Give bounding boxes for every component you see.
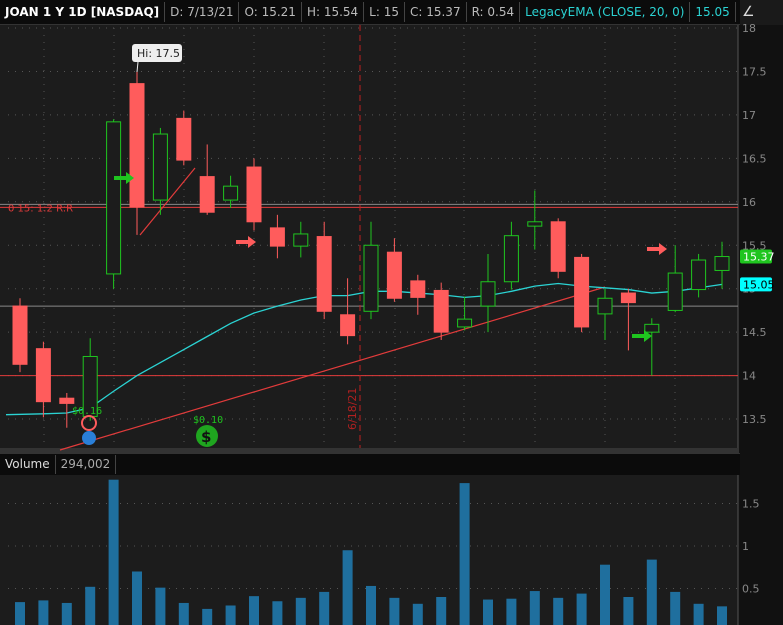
volume-bar — [15, 602, 25, 625]
volume-bar — [319, 591, 330, 625]
volume-bar — [717, 606, 727, 625]
study-value: 15.05 — [690, 2, 736, 22]
volume-bar — [61, 602, 72, 625]
volume-bar — [38, 600, 49, 625]
volume-bar — [272, 601, 283, 625]
close-label: C: 15.37 — [405, 2, 467, 22]
low-label: L: 15 — [364, 2, 405, 22]
price-tick-label: 14.5 — [742, 326, 767, 339]
volume-label: Volume — [0, 455, 56, 474]
volume-bar — [600, 564, 610, 625]
candle-body — [316, 236, 332, 312]
candle-body — [667, 272, 683, 311]
volume-bar — [178, 602, 189, 625]
candle-body — [691, 259, 707, 291]
candle-body — [644, 323, 660, 333]
price-tick-label: 13.5 — [742, 413, 767, 426]
candle-body — [59, 397, 75, 404]
volume-bar — [693, 603, 704, 625]
dividend-label: $0.10 — [193, 415, 223, 426]
price-chart[interactable]: 1817.51716.51615.51514.51413.51.510.50 1… — [0, 0, 783, 625]
volume-bar — [132, 571, 142, 625]
volume-bar — [529, 591, 540, 625]
candle-body — [340, 314, 356, 337]
candle-body — [574, 256, 590, 328]
candle-body — [457, 318, 473, 328]
price-tick-label: 16.5 — [742, 152, 767, 165]
volume-bar — [155, 587, 166, 625]
volume-bar — [646, 559, 657, 625]
volume-bar — [623, 597, 634, 625]
info-icon — [82, 431, 96, 445]
last-price-label: 15.37 — [743, 251, 775, 264]
candle-body — [620, 292, 636, 304]
volume-bar — [412, 603, 423, 625]
volume-bar — [85, 586, 96, 625]
symbol-label[interactable]: JOAN 1 Y 1D [NASDAQ] — [0, 2, 166, 22]
volume-bar — [202, 608, 213, 625]
candle-body — [503, 235, 519, 283]
price-tick-label: 17 — [742, 109, 756, 122]
dividend-icon-glyph: $ — [201, 428, 211, 446]
volume-bar — [366, 585, 376, 625]
date-label: D: 7/13/21 — [165, 2, 240, 22]
candle-body — [410, 280, 426, 298]
volume-tick-label: 1 — [742, 540, 749, 553]
volume-bar — [389, 597, 400, 625]
candle-body — [12, 305, 28, 365]
candle-body — [550, 221, 566, 272]
price-tick-label: 14 — [742, 370, 756, 383]
volume-tick-label: 0.5 — [742, 583, 760, 596]
candle-body — [223, 185, 239, 201]
volume-tick-label: 1.5 — [742, 498, 760, 511]
price-tick-label: 18 — [742, 22, 756, 35]
ema-price-label: 15.05 — [743, 278, 775, 291]
volume-bar — [108, 479, 119, 625]
high-label: Hi: 17.5 — [137, 47, 180, 60]
price-tick-label: 16 — [742, 196, 756, 209]
chart-header: JOAN 1 Y 1D [NASDAQ] D: 7/13/21 O: 15.21… — [0, 0, 740, 25]
volume-bar — [342, 550, 353, 625]
drawing-tool-icon[interactable]: ∠ — [742, 4, 760, 22]
candle-body — [106, 121, 122, 275]
candle-body — [386, 251, 402, 299]
candle-body — [152, 133, 168, 201]
volume-bar — [436, 597, 447, 625]
date-marker-label: 6/18/21 — [346, 388, 359, 430]
volume-bar — [295, 597, 306, 625]
volume-bar — [553, 597, 564, 625]
candle-body — [176, 117, 192, 161]
rr-label: 0 15: 1:2 R:R — [8, 203, 73, 214]
high-label: H: 15.54 — [302, 2, 365, 22]
candle-body — [35, 348, 51, 403]
price-tick-label: 17.5 — [742, 65, 767, 78]
candle-body — [293, 233, 309, 247]
candle-body — [527, 221, 543, 227]
volume-bar — [670, 591, 681, 625]
candle-body — [269, 227, 285, 247]
range-label: R: 0.54 — [467, 2, 521, 22]
volume-bar — [576, 593, 587, 625]
candle-body — [199, 176, 215, 213]
candle-body — [129, 83, 145, 208]
open-label: O: 15.21 — [239, 2, 302, 22]
volume-bar — [483, 599, 493, 625]
volume-value: 294,002 — [56, 455, 117, 474]
candle-body — [597, 297, 613, 315]
candle-body — [363, 244, 379, 312]
candle-body — [246, 166, 262, 223]
volume-bar — [506, 598, 517, 625]
volume-bar — [249, 596, 259, 625]
study-label[interactable]: LegacyEMA (CLOSE, 20, 0) — [520, 2, 691, 22]
candle-body — [480, 281, 496, 307]
candle-body — [714, 256, 730, 271]
candle-body — [433, 289, 449, 333]
volume-bar — [459, 483, 470, 625]
volume-header: Volume 294,002 — [0, 453, 740, 475]
volume-bar — [225, 605, 236, 625]
